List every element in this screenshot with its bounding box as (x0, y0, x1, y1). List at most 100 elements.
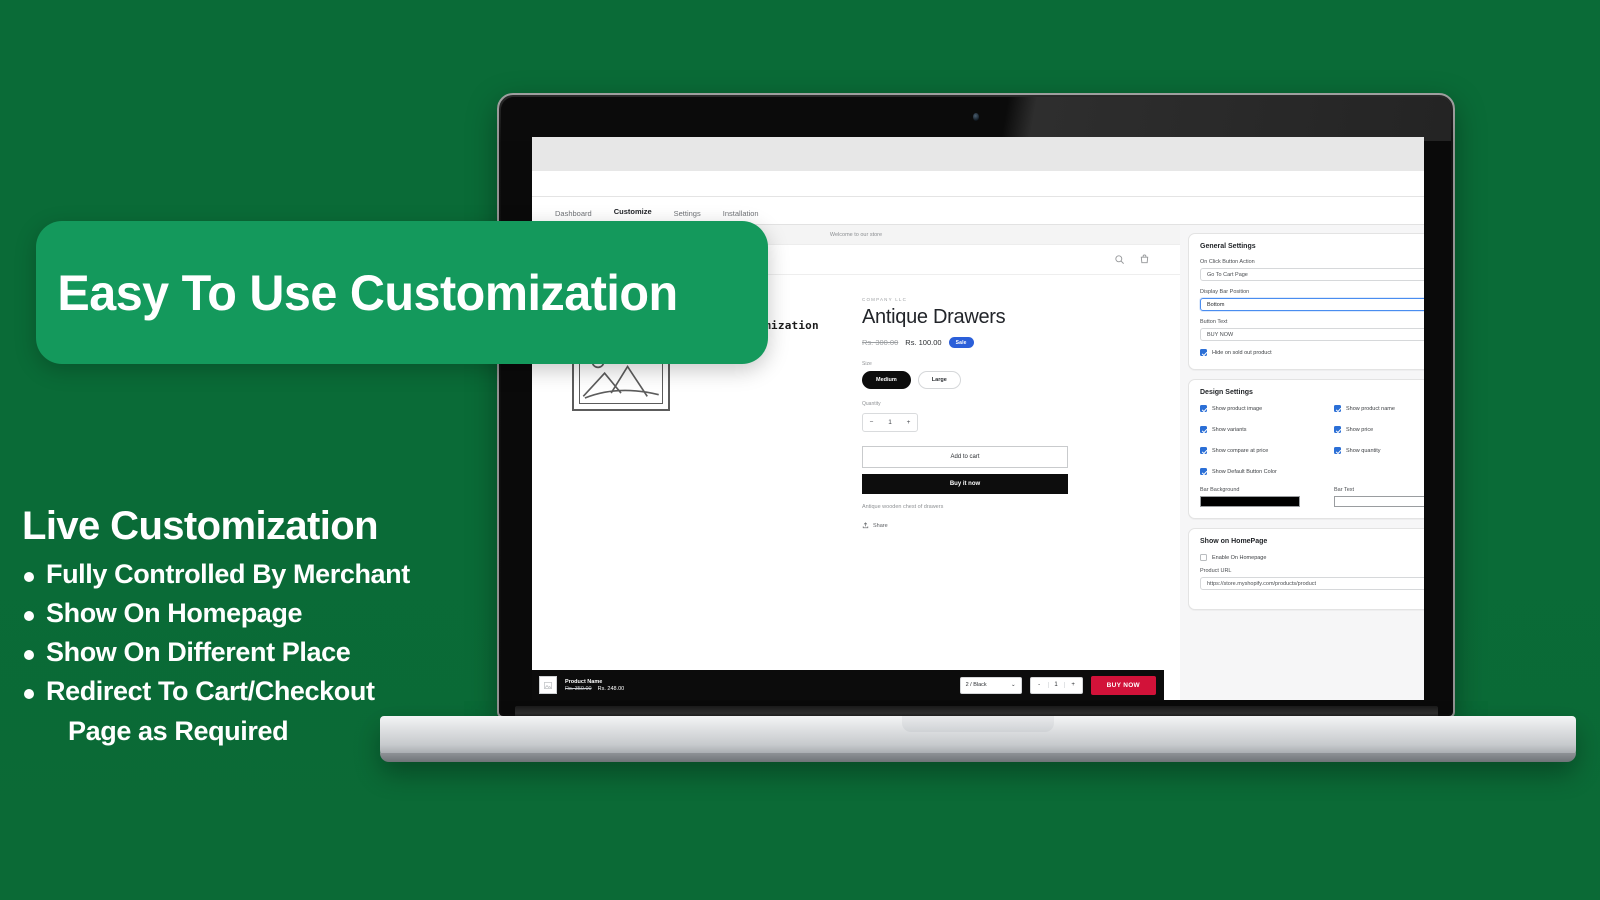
quantity-decrease-button[interactable]: − (863, 414, 880, 431)
show-quantity-row[interactable]: Show quantity (1334, 447, 1424, 454)
product-price: Rs. 100.00 (905, 338, 942, 347)
enable-homepage-checkbox[interactable] (1200, 554, 1207, 561)
hide-sold-out-row[interactable]: Hide on sold out product (1200, 349, 1424, 356)
add-to-cart-button[interactable]: Add to cart (862, 446, 1068, 468)
show-price-checkbox[interactable] (1334, 426, 1341, 433)
show-compare-price-row[interactable]: Show compare at price (1200, 447, 1334, 454)
feature-list-title: Live Customization (22, 504, 379, 548)
general-settings-card: General Settings On Click Button Action … (1188, 233, 1424, 370)
bar-text-group: Bar Text (1334, 487, 1424, 507)
sticky-buy-bar: Product Name Rs. 350.00 Rs. 248.00 2 / B… (532, 670, 1164, 700)
sticky-quantity-value[interactable]: 1 (1047, 682, 1065, 688)
feature-item: Show On Homepage (22, 594, 492, 633)
app-topbar (532, 137, 1424, 171)
show-compare-price-checkbox[interactable] (1200, 447, 1207, 454)
show-product-name-checkbox[interactable] (1334, 405, 1341, 412)
enable-homepage-label: Enable On Homepage (1212, 554, 1267, 561)
show-variants-checkbox[interactable] (1200, 426, 1207, 433)
bar-position-select[interactable]: Bottom (1200, 298, 1424, 311)
button-text-label: Button Text (1200, 319, 1228, 325)
color-swatch-row: Bar Background Bar Text (1200, 487, 1424, 507)
show-product-image-checkbox[interactable] (1200, 405, 1207, 412)
bar-position-label: Display Bar Position (1200, 289, 1250, 295)
quantity-increase-button[interactable]: + (900, 414, 917, 431)
show-default-button-color-row[interactable]: Show Default Button Color (1200, 468, 1334, 475)
size-option-medium[interactable]: Medium (862, 371, 911, 389)
sticky-quantity-increase-button[interactable]: + (1065, 682, 1082, 688)
product-title: Antique Drawers (862, 306, 1006, 328)
laptop-base (380, 716, 1576, 762)
sticky-variant-value: 2 / Black (965, 682, 987, 688)
show-product-image-label: Show product image (1212, 405, 1263, 412)
sticky-price: Rs. 248.00 (597, 686, 625, 693)
show-variants-row[interactable]: Show variants (1200, 426, 1334, 433)
share-link[interactable]: Share (862, 522, 1102, 529)
headline-banner: Easy To Use Customization (36, 221, 768, 364)
product-info: COMPANY LLC Antique Drawers Rs. 300.00 R… (862, 297, 1112, 529)
sticky-product-name: Product Name (565, 678, 603, 685)
sticky-quantity-decrease-button[interactable]: - (1031, 682, 1048, 688)
show-product-image-row[interactable]: Show product image (1200, 405, 1334, 412)
show-default-button-color-checkbox[interactable] (1200, 468, 1207, 475)
sticky-quantity-stepper[interactable]: - 1 + (1029, 676, 1083, 694)
size-options: Medium Large (862, 371, 1102, 389)
share-label: Share (873, 522, 888, 529)
design-settings-title: Design Settings (1200, 389, 1253, 396)
feature-list: Fully Controlled By Merchant Show On Hom… (22, 555, 492, 751)
show-quantity-checkbox[interactable] (1334, 447, 1341, 454)
cart-icon[interactable] (1139, 254, 1150, 265)
grid-spacer (1334, 468, 1424, 477)
bar-background-color-swatch[interactable] (1200, 496, 1300, 507)
laptop-lid: Dashboard Customize Settings Installatio… (497, 93, 1455, 718)
bar-background-group: Bar Background (1200, 487, 1334, 507)
bar-text-label: Bar Text (1334, 487, 1355, 493)
button-text-input[interactable]: BUY NOW (1200, 328, 1424, 341)
feature-item: Redirect To Cart/Checkout (22, 672, 492, 711)
chevron-down-icon: ⌄ (1010, 682, 1016, 688)
product-description: Antique wooden chest of drawers (862, 504, 944, 510)
show-product-name-label: Show product name (1346, 405, 1395, 412)
settings-panel: General Settings On Click Button Action … (1180, 225, 1424, 700)
feature-list-block: Live Customization Fully Controlled By M… (22, 505, 492, 751)
share-icon (862, 522, 869, 529)
design-settings-card: Design Settings Show product image Show … (1188, 379, 1424, 519)
general-settings-title: General Settings (1200, 243, 1256, 250)
sticky-product-meta: Product Name Rs. 350.00 Rs. 248.00 (565, 678, 715, 692)
laptop-base-notch (902, 716, 1054, 732)
product-prices: Rs. 300.00 Rs. 100.00 Sale (862, 337, 1102, 348)
quantity-stepper[interactable]: − 1 + (862, 413, 918, 432)
buy-it-now-button[interactable]: Buy it now (862, 474, 1068, 494)
bar-background-label: Bar Background (1200, 487, 1240, 493)
sticky-buy-now-button[interactable]: BUY NOW (1090, 675, 1156, 695)
headline-text: Easy To Use Customization (57, 264, 678, 321)
show-product-name-row[interactable]: Show product name (1334, 405, 1424, 412)
show-price-row[interactable]: Show price (1334, 426, 1424, 433)
product-url-input[interactable]: https://store.myshopify.com/products/pro… (1200, 577, 1424, 590)
bar-text-color-swatch[interactable] (1334, 496, 1424, 507)
design-checkbox-grid: Show product image Show product name Sho… (1200, 405, 1424, 477)
show-price-label: Show price (1346, 426, 1374, 433)
show-default-button-color-label: Show Default Button Color (1212, 468, 1277, 475)
click-action-select[interactable]: Go To Cart Page (1200, 268, 1424, 281)
sticky-product-thumbnail (539, 676, 557, 694)
product-vendor: COMPANY LLC (862, 297, 908, 302)
search-icon[interactable] (1114, 254, 1125, 265)
click-action-label: On Click Button Action (1200, 259, 1255, 265)
homepage-settings-card: Show on HomePage Enable On Homepage Prod… (1188, 528, 1424, 610)
sticky-variant-select[interactable]: 2 / Black ⌄ (959, 676, 1022, 694)
feature-item: Fully Controlled By Merchant (22, 555, 492, 594)
laptop-base-lip (380, 753, 1576, 762)
show-quantity-label: Show quantity (1346, 447, 1381, 454)
feature-item-continuation: Page as Required (68, 715, 289, 746)
quantity-value[interactable]: 1 (880, 414, 900, 431)
hide-sold-out-checkbox[interactable] (1200, 349, 1207, 356)
size-option-large[interactable]: Large (917, 371, 961, 389)
app-subheader (532, 171, 1424, 197)
show-compare-price-label: Show compare at price (1212, 447, 1269, 454)
homepage-settings-title: Show on HomePage (1200, 538, 1268, 545)
quantity-label: Quantity (862, 401, 881, 407)
sale-badge: Sale (948, 337, 974, 348)
feature-item: Show On Different Place (22, 633, 492, 672)
hide-sold-out-label: Hide on sold out product (1212, 349, 1272, 356)
enable-homepage-row[interactable]: Enable On Homepage (1200, 554, 1424, 561)
